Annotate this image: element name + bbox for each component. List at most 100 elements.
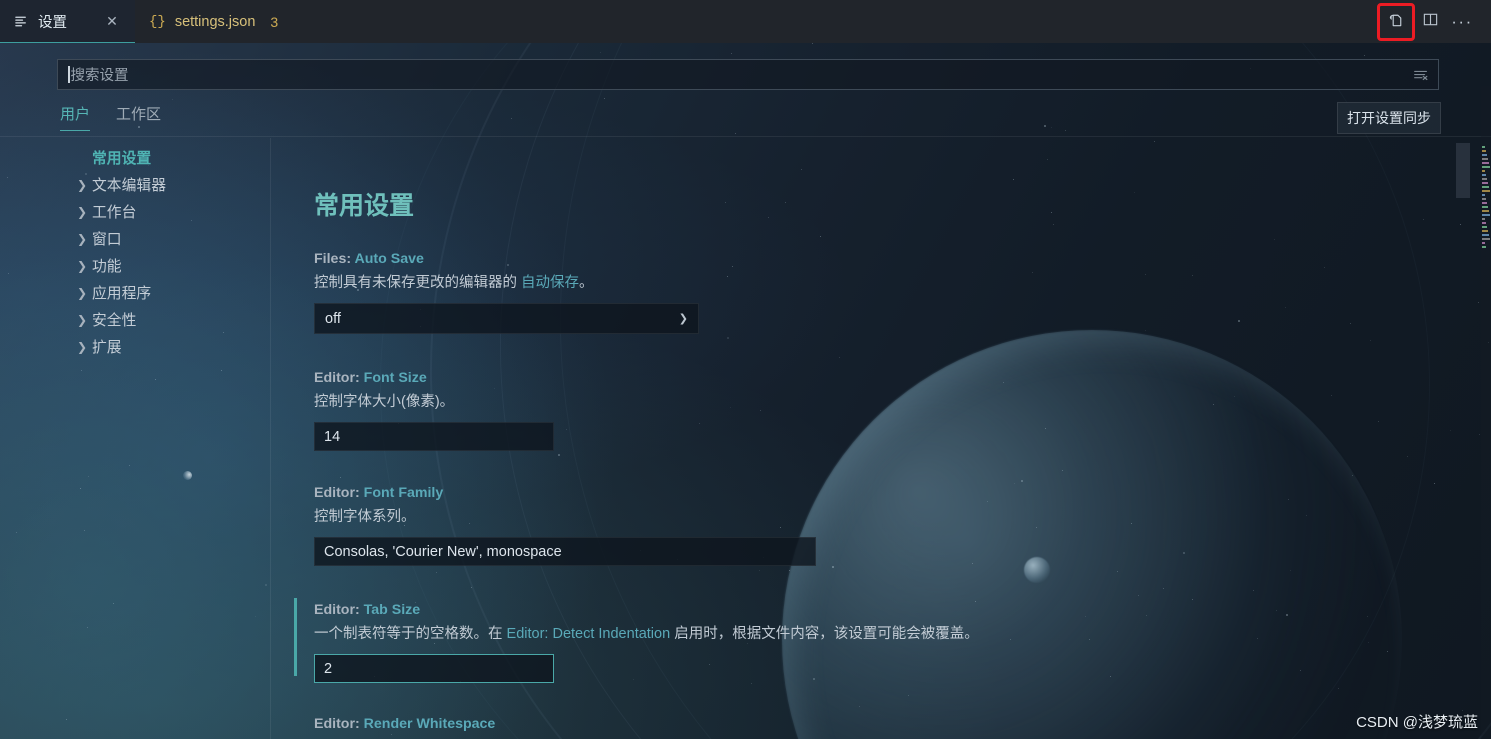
toc-item-features[interactable]: ❯ 功能: [72, 252, 262, 279]
desc-link[interactable]: 自动保存: [521, 275, 579, 291]
open-settings-json-button[interactable]: [1377, 2, 1415, 41]
setting-description: 一个制表符等于的空格数。在 Editor: Detect Indentation…: [314, 622, 1444, 643]
tab-settings[interactable]: 设置 ✕: [0, 0, 135, 43]
text-caret: [68, 66, 70, 83]
setting-title: Editor: Render Whitespace: [314, 716, 1444, 732]
scope-tab-label: 工作区: [116, 106, 162, 123]
search-placeholder: 搜索设置: [70, 68, 129, 84]
settings-list[interactable]: 常用设置 Files: Auto Save 控制具有未保存更改的编辑器的 自动保…: [294, 144, 1444, 739]
setting-editor-font-size: Editor: Font Size 控制字体大小(像素)。 14: [294, 370, 1444, 451]
page-title: 常用设置: [314, 192, 415, 220]
json-braces-icon: {}: [149, 13, 166, 30]
setting-category: Files:: [314, 251, 355, 267]
toc-item-workbench[interactable]: ❯ 工作台: [72, 198, 262, 225]
setting-title: Files: Auto Save: [314, 251, 1444, 267]
toc-item-label: 安全性: [92, 313, 137, 329]
minimap-strip[interactable]: [1481, 86, 1491, 739]
desc-text: 控制字体系列。: [314, 509, 416, 525]
font-family-input[interactable]: Consolas, 'Courier New', monospace: [314, 537, 816, 566]
toc-item-label: 功能: [92, 259, 122, 275]
setting-key: Font Size: [363, 370, 427, 386]
setting-description: 控制具有未保存更改的编辑器的 自动保存。: [314, 271, 1444, 292]
close-icon[interactable]: ✕: [102, 12, 122, 32]
setting-description: 控制字体系列。: [314, 505, 1444, 526]
setting-key: Font Family: [363, 485, 444, 501]
chevron-right-icon: ❯: [76, 231, 88, 246]
desc-link[interactable]: Editor: Detect Indentation: [507, 626, 671, 642]
settings-toc: 常用设置 ❯ 文本编辑器 ❯ 工作台 ❯ 窗口 ❯ 功能 ❯ 应用程序 ❯ 安全…: [72, 144, 262, 360]
setting-category: Editor:: [314, 602, 364, 618]
chevron-right-icon: ❯: [76, 339, 88, 354]
toc-item-label: 常用设置: [92, 151, 152, 167]
setting-category: Editor:: [314, 370, 364, 386]
clear-filter-icon[interactable]: [1412, 67, 1430, 83]
setting-files-auto-save: Files: Auto Save 控制具有未保存更改的编辑器的 自动保存。 of…: [294, 251, 1444, 334]
desc-text: 控制具有未保存更改的编辑器的: [314, 275, 522, 291]
vscode-settings-window: 设置 ✕ {} settings.json 3 ··· 搜索设置 用户 工作区 …: [0, 0, 1491, 739]
editor-actions: ···: [1377, 0, 1491, 43]
setting-title: Editor: Font Family: [314, 485, 1444, 501]
split-editor-icon: [1422, 11, 1439, 33]
input-value: Consolas, 'Courier New', monospace: [324, 543, 562, 560]
toc-item-label: 扩展: [92, 340, 122, 356]
tab-user-settings[interactable]: 用户: [60, 103, 91, 131]
toc-item-extensions[interactable]: ❯ 扩展: [72, 333, 262, 360]
toc-item-label: 窗口: [92, 232, 122, 248]
toc-item-security[interactable]: ❯ 安全性: [72, 306, 262, 333]
setting-category: Editor:: [314, 485, 364, 501]
toc-item-application[interactable]: ❯ 应用程序: [72, 279, 262, 306]
toc-item-label: 应用程序: [92, 286, 152, 302]
setting-key: Auto Save: [354, 251, 424, 267]
setting-editor-tab-size: Editor: Tab Size 一个制表符等于的空格数。在 Editor: D…: [294, 598, 1444, 683]
settings-editor: 搜索设置 用户 工作区 打开设置同步 常用设置 ❯ 文本编辑器 ❯ 工作台 ❯ …: [0, 43, 1491, 739]
toc-item-label: 文本编辑器: [92, 178, 166, 194]
input-value: 2: [324, 660, 333, 677]
tab-workspace-settings[interactable]: 工作区: [116, 103, 161, 131]
desc-text: 控制字体大小(像素)。: [314, 394, 455, 410]
setting-key: Tab Size: [363, 602, 421, 618]
tab-size-input[interactable]: 2: [314, 654, 554, 683]
tabs-divider: [0, 136, 1491, 137]
tab-label: settings.json: [174, 13, 256, 30]
editor-tab-bar: 设置 ✕ {} settings.json 3 ···: [0, 0, 1491, 43]
open-file-icon: [1388, 11, 1405, 33]
tab-label: 设置: [38, 15, 67, 31]
toc-item-label: 工作台: [92, 205, 137, 221]
chevron-right-icon: ❯: [76, 204, 88, 219]
setting-editor-render-whitespace: Editor: Render Whitespace 控制编辑器在空白字符上显示符…: [294, 716, 1444, 739]
turn-on-settings-sync-button[interactable]: 打开设置同步: [1337, 102, 1441, 134]
toc-item-window[interactable]: ❯ 窗口: [72, 225, 262, 252]
select-value: off: [325, 310, 341, 327]
chevron-right-icon: ❯: [76, 312, 88, 327]
split-editor-button[interactable]: [1415, 7, 1445, 37]
desc-text: 一个制表符等于的空格数。在: [314, 626, 507, 642]
toc-divider: [270, 138, 271, 739]
toc-item-text-editor[interactable]: ❯ 文本编辑器: [72, 171, 262, 198]
auto-save-select[interactable]: off ❯: [314, 303, 699, 334]
tab-problem-badge: 3: [270, 13, 279, 30]
settings-scrollbar[interactable]: [1456, 143, 1470, 198]
search-input[interactable]: 搜索设置: [57, 59, 1439, 90]
setting-key: Render Whitespace: [363, 716, 496, 732]
ellipsis-icon: ···: [1451, 11, 1473, 31]
setting-title: Editor: Font Size: [314, 370, 1444, 386]
input-value: 14: [324, 428, 341, 445]
setting-description: 控制字体大小(像素)。: [314, 390, 1444, 411]
setting-title: Editor: Tab Size: [314, 602, 1444, 618]
toc-item-commonly-used[interactable]: 常用设置: [72, 144, 262, 171]
more-actions-button[interactable]: ···: [1447, 7, 1477, 37]
tab-settings-json[interactable]: {} settings.json 3: [135, 0, 292, 43]
chevron-right-icon: ❯: [76, 285, 88, 300]
chevron-right-icon: ❯: [76, 258, 88, 273]
chevron-down-icon: ❯: [678, 313, 688, 325]
chevron-right-icon: ❯: [76, 177, 88, 192]
scope-tab-label: 用户: [60, 106, 91, 123]
setting-category: Editor:: [314, 716, 364, 732]
desc-text-end: 启用时，根据文件内容，该设置可能会被覆盖。: [670, 626, 979, 642]
watermark: CSDN @浅梦琉蓝: [1356, 714, 1478, 731]
scope-tabs: 用户 工作区: [60, 103, 161, 131]
setting-editor-font-family: Editor: Font Family 控制字体系列。 Consolas, 'C…: [294, 485, 1444, 566]
font-size-input[interactable]: 14: [314, 422, 554, 451]
settings-editor-icon: [14, 14, 29, 29]
search-row: 搜索设置: [57, 59, 1439, 90]
